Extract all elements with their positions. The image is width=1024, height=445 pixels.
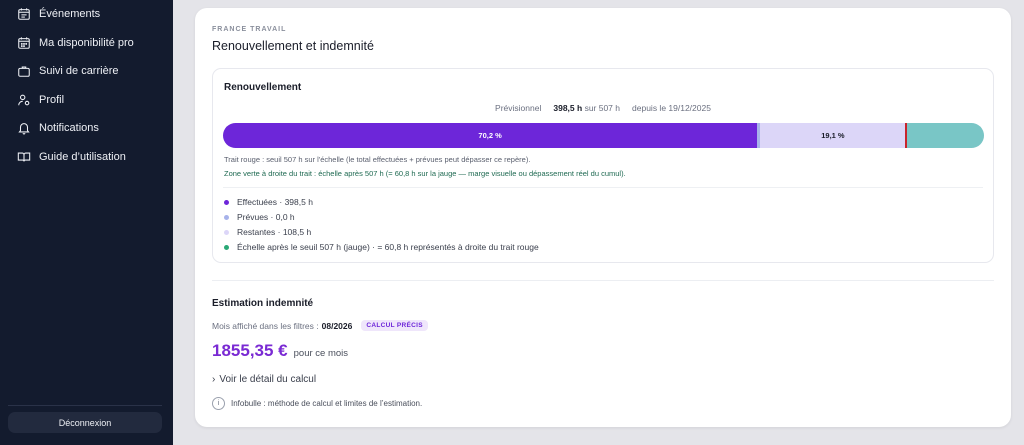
precise-calc-badge: CALCUL PRÉCIS [361, 320, 428, 331]
amount-suffix: pour ce mois [293, 348, 349, 359]
gauge-segment-done: 70,2 % [223, 123, 758, 148]
sidebar-item-label: Notifications [39, 122, 99, 134]
sidebar: Événements Ma disponibilité pro Suivi de… [0, 0, 173, 445]
gauge-segment-over-threshold [905, 123, 984, 148]
gauge-remaining-label: 19,1 % [821, 131, 845, 140]
renewal-gauge: 70,2 % 19,1 % [223, 123, 984, 148]
sidebar-item-label: Événements [39, 8, 101, 20]
sidebar-item-label: Guide d’utilisation [39, 151, 126, 163]
renewal-card: FRANCE TRAVAIL Renouvellement et indemni… [195, 8, 1011, 427]
section-label: FRANCE TRAVAIL [212, 26, 287, 33]
section-divider [212, 280, 994, 281]
sidebar-item-suivi-carriere[interactable]: Suivi de carrière [17, 61, 118, 81]
estimation-title: Estimation indemnité [212, 298, 314, 309]
legend-label: Effectuées · 398,5 h [237, 197, 313, 207]
renewal-summary: Prévisionnel 398,5 h sur 507 h depuis le 1… [213, 103, 993, 113]
briefcase-icon [18, 66, 30, 77]
legend-dot [224, 214, 229, 220]
legend-dot [224, 244, 229, 250]
renewal-title: Renouvellement [224, 82, 302, 93]
legend-label: Restantes · 108,5 h [237, 227, 312, 237]
summary-total: sur 507 h [584, 103, 621, 113]
month-label: Mois affiché dans les filtres : [212, 320, 319, 331]
legend-label: Échelle après le seuil 507 h (jauge) · =… [237, 242, 539, 252]
sidebar-item-disponibilite[interactable]: Ma disponibilité pro [17, 33, 134, 53]
legend-item-planned: Prévues · 0,0 h [224, 211, 295, 223]
gauge-threshold-marker [904, 123, 907, 148]
summary-hours: 398,5 h [553, 103, 583, 113]
sidebar-divider [8, 405, 162, 406]
calc-detail-toggle[interactable]: › Voir le détail du calcul [212, 374, 316, 385]
bell-icon [18, 123, 30, 135]
book-icon [17, 152, 31, 162]
info-icon[interactable]: i [212, 397, 225, 410]
sidebar-item-guide[interactable]: Guide d’utilisation [17, 147, 126, 167]
info-text: Infobulle : méthode de calcul et limites… [231, 399, 423, 408]
calendar-icon [18, 37, 30, 49]
threshold-note: Trait rouge : seuil 507 h sur l'échelle … [224, 155, 531, 164]
legend-item-remaining: Restantes · 108,5 h [224, 226, 311, 238]
estimated-amount: 1855,35 € [212, 341, 288, 360]
legend-item-over-threshold: Échelle après le seuil 507 h (jauge) · =… [224, 241, 539, 253]
renewal-panel: Renouvellement Prévisionnel 398,5 h sur 5… [212, 68, 994, 263]
gauge-done-label: 70,2 % [478, 131, 502, 140]
month-filter-line: Mois affiché dans les filtres :08/2026 CA… [212, 320, 428, 331]
divider [223, 187, 983, 188]
sidebar-item-label: Ma disponibilité pro [39, 37, 134, 49]
user-gear-icon [18, 94, 30, 106]
chevron-right-icon: › [212, 374, 216, 385]
sidebar-item-label: Profil [39, 94, 65, 106]
sidebar-item-evenements[interactable]: Événements [17, 4, 100, 24]
sidebar-item-label: Suivi de carrière [39, 65, 119, 77]
legend-item-done: Effectuées · 398,5 h [224, 196, 313, 208]
calendar-list-icon [18, 8, 30, 20]
summary-since: depuis le 19/12/2025 [632, 103, 711, 113]
page-title: Renouvellement et indemnité [212, 39, 374, 53]
amount-line: 1855,35 € pour ce mois [212, 341, 348, 361]
legend-dot [224, 199, 229, 205]
sidebar-item-notifications[interactable]: Notifications [17, 118, 99, 138]
info-line: i Infobulle : méthode de calcul et limite… [212, 397, 422, 410]
month-value: 08/2026 [321, 320, 353, 331]
gauge-segment-remaining: 19,1 % [760, 123, 906, 148]
legend-label: Prévues · 0,0 h [237, 212, 295, 222]
sidebar-item-profil[interactable]: Profil [17, 90, 64, 110]
logout-button[interactable]: Déconnexion [8, 412, 162, 433]
calc-detail-label: Voir le détail du calcul [219, 374, 317, 385]
summary-label: Prévisionnel [495, 103, 542, 113]
legend-dot [224, 229, 229, 235]
green-zone-note: Zone verte à droite du trait : échelle a… [224, 169, 626, 178]
